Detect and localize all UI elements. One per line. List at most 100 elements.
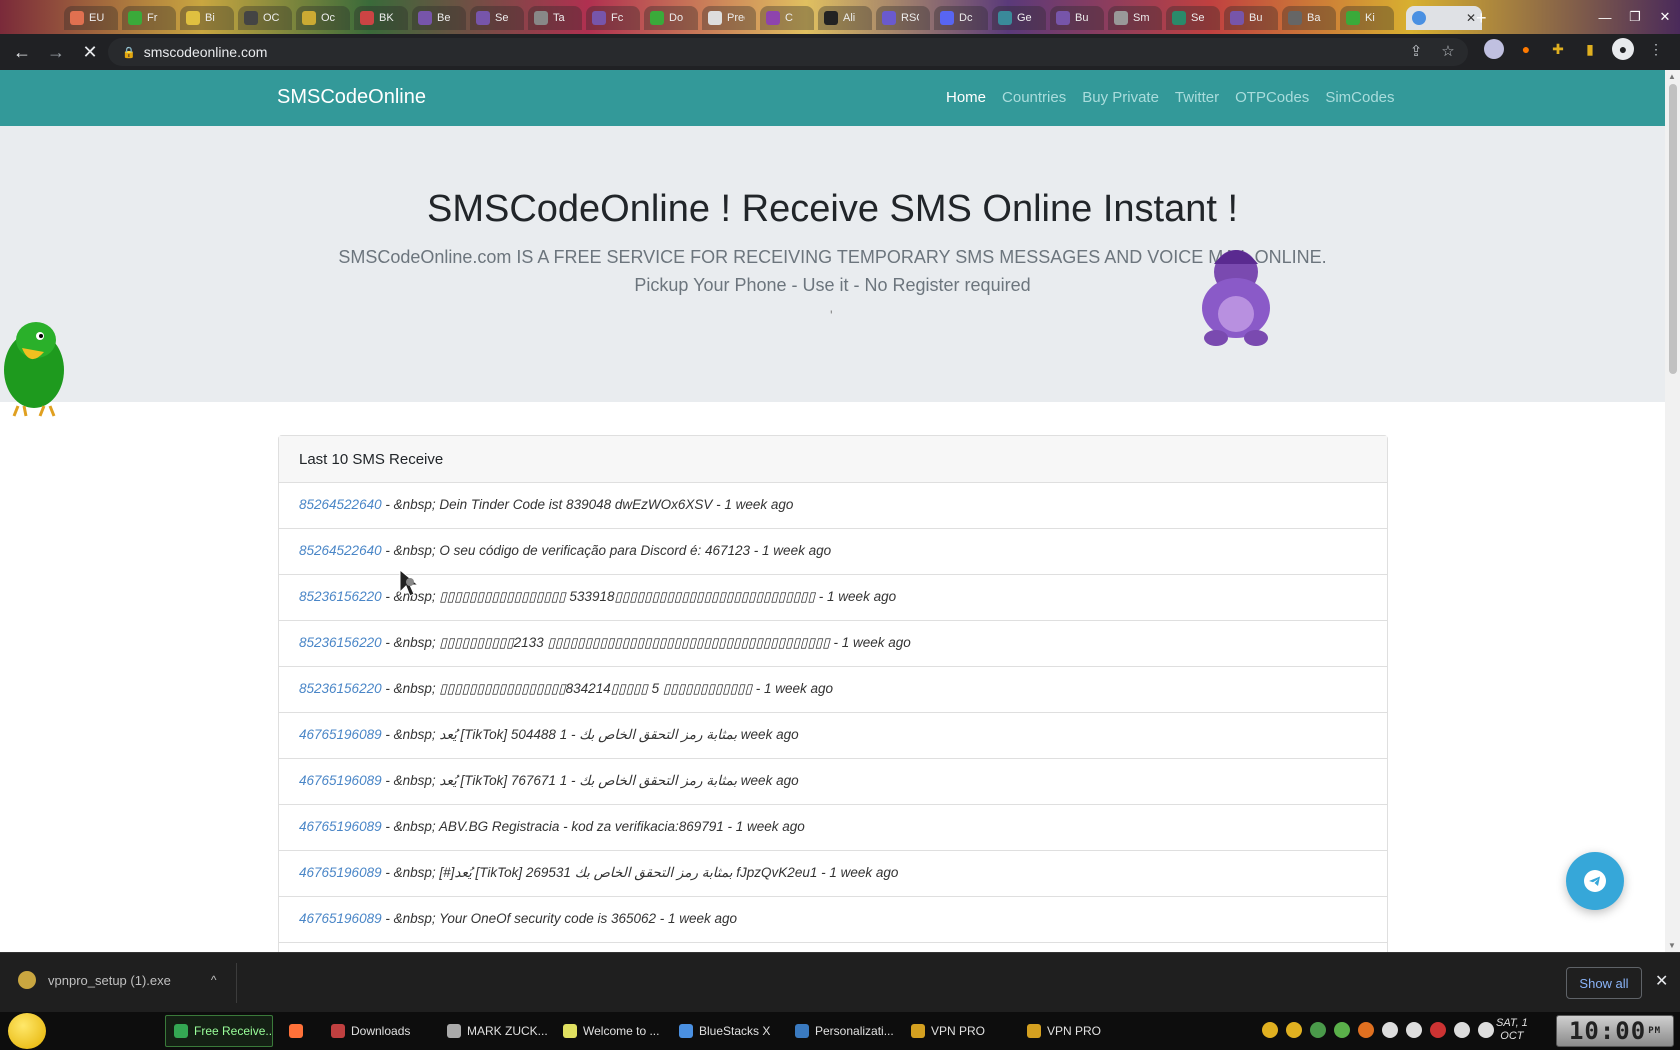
start-button-smiley-icon[interactable] bbox=[8, 1013, 46, 1049]
tab-20[interactable]: Bu bbox=[1224, 6, 1278, 30]
tray-icon[interactable] bbox=[1262, 1022, 1278, 1038]
tab-17[interactable]: Bu bbox=[1050, 6, 1104, 30]
tab-7[interactable]: Se bbox=[470, 6, 524, 30]
taskbar-item[interactable]: Downloads bbox=[323, 1015, 431, 1047]
extensions-puzzle-icon[interactable]: ✚ bbox=[1548, 39, 1568, 59]
taskbar-item[interactable]: Welcome to ... bbox=[555, 1015, 663, 1047]
sms-phone-number-link[interactable]: 46765196089 bbox=[299, 819, 382, 834]
show-all-button[interactable]: Show all bbox=[1566, 967, 1642, 999]
taskbar-item-label: VPN PRO bbox=[931, 1024, 986, 1038]
new-tab-button[interactable]: + bbox=[1476, 8, 1487, 29]
scroll-up-icon[interactable]: ▲ bbox=[1668, 72, 1676, 81]
tab-9[interactable]: Fc bbox=[586, 6, 640, 30]
tray-icon[interactable] bbox=[1310, 1022, 1326, 1038]
profile-avatar-icon[interactable]: ● bbox=[1612, 38, 1634, 60]
tab-16[interactable]: Ge bbox=[992, 6, 1046, 30]
tab-10[interactable]: Do bbox=[644, 6, 698, 30]
tab-title: Ge bbox=[1017, 12, 1032, 24]
tab-22[interactable]: Ki bbox=[1340, 6, 1394, 30]
tab-1[interactable]: Fr bbox=[122, 6, 176, 30]
share-icon[interactable]: ⇪ bbox=[1406, 42, 1426, 60]
last-sms-card: Last 10 SMS Receive 85264522640 - &nbsp;… bbox=[278, 435, 1388, 952]
menu-kebab-icon[interactable]: ⋮ bbox=[1646, 39, 1666, 59]
forward-button[interactable]: → bbox=[42, 38, 70, 66]
tray-icon[interactable] bbox=[1406, 1022, 1422, 1038]
tab-19[interactable]: Se bbox=[1166, 6, 1220, 30]
tab-12[interactable]: C bbox=[760, 6, 814, 30]
sms-phone-number-link[interactable]: 46765196089 bbox=[299, 911, 382, 926]
tab-11[interactable]: Prec bbox=[702, 6, 756, 30]
tab-21[interactable]: Ba bbox=[1282, 6, 1336, 30]
tab-title: OC bbox=[263, 12, 280, 24]
tab-15[interactable]: Dc bbox=[934, 6, 988, 30]
nav-link-buy-private[interactable]: Buy Private bbox=[1082, 89, 1159, 106]
taskbar-item[interactable]: VPN PRO bbox=[903, 1015, 1011, 1047]
scrollbar-thumb[interactable] bbox=[1669, 84, 1677, 374]
tab-4[interactable]: Oc bbox=[296, 6, 350, 30]
download-shelf-close-icon[interactable]: ✕ bbox=[1655, 971, 1668, 991]
tab-2[interactable]: Bi bbox=[180, 6, 234, 30]
tab-14[interactable]: RSO bbox=[876, 6, 930, 30]
back-button[interactable]: ← bbox=[8, 38, 36, 66]
tab-8[interactable]: Ta bbox=[528, 6, 582, 30]
tab-title: Se bbox=[495, 12, 509, 24]
reload-stop-button[interactable]: ✕ bbox=[76, 38, 104, 66]
tab-0[interactable]: EU bbox=[64, 6, 118, 30]
taskbar-item[interactable]: MARK ZUCK... bbox=[439, 1015, 547, 1047]
tray-icon[interactable] bbox=[1382, 1022, 1398, 1038]
extension-flag-icon[interactable] bbox=[1484, 39, 1504, 59]
taskbar-item[interactable]: Free Receive... bbox=[165, 1015, 273, 1047]
download-item[interactable]: vpnpro_setup (1).exe ^ bbox=[18, 971, 217, 989]
bookmark-star-icon[interactable]: ☆ bbox=[1438, 42, 1458, 60]
chevron-up-icon[interactable]: ^ bbox=[211, 973, 217, 987]
tab-close-icon[interactable]: ✕ bbox=[1466, 11, 1476, 25]
tab-favicon-icon bbox=[418, 11, 432, 25]
tab-title: EU bbox=[89, 12, 105, 24]
taskbar-item[interactable]: Personalizati... bbox=[787, 1015, 895, 1047]
minimize-button[interactable]: — bbox=[1590, 0, 1620, 34]
sms-phone-number-link[interactable]: 85264522640 bbox=[299, 543, 382, 558]
tab-5[interactable]: BK bbox=[354, 6, 408, 30]
sms-phone-number-link[interactable]: 85236156220 bbox=[299, 635, 382, 650]
tray-icon[interactable] bbox=[1478, 1022, 1494, 1038]
sms-phone-number-link[interactable]: 85264522640 bbox=[299, 497, 382, 512]
nav-link-otpcodes[interactable]: OTPCodes bbox=[1235, 89, 1309, 106]
site-brand[interactable]: SMSCodeOnline bbox=[277, 86, 426, 109]
taskbar-clock[interactable]: 10:00 PM bbox=[1556, 1015, 1674, 1047]
nav-link-twitter[interactable]: Twitter bbox=[1175, 89, 1219, 106]
taskbar-item[interactable] bbox=[281, 1015, 315, 1047]
taskbar-item[interactable]: BlueStacks X bbox=[671, 1015, 779, 1047]
nav-link-home[interactable]: Home bbox=[946, 89, 986, 106]
tab-title: C bbox=[785, 12, 793, 24]
tab-6[interactable]: Be bbox=[412, 6, 466, 30]
tab-title: Fc bbox=[611, 12, 624, 24]
tray-icon[interactable] bbox=[1430, 1022, 1446, 1038]
sms-phone-number-link[interactable]: 46765196089 bbox=[299, 773, 382, 788]
tab-13[interactable]: Ali bbox=[818, 6, 872, 30]
scroll-down-icon[interactable]: ▼ bbox=[1668, 941, 1676, 950]
extension-fire-icon[interactable]: ● bbox=[1516, 39, 1536, 59]
nav-link-countries[interactable]: Countries bbox=[1002, 89, 1066, 106]
clock-time: 10:00 bbox=[1568, 1017, 1647, 1045]
sms-phone-number-link[interactable]: 85236156220 bbox=[299, 681, 382, 696]
sms-phone-number-link[interactable]: 85236156220 bbox=[299, 589, 382, 604]
restore-button[interactable]: ❐ bbox=[1620, 0, 1650, 34]
telegram-button[interactable] bbox=[1566, 852, 1624, 910]
tray-icon[interactable] bbox=[1334, 1022, 1350, 1038]
tab-active[interactable]: ✕ bbox=[1406, 6, 1482, 30]
address-bar[interactable]: 🔒 smscodeonline.com ⇪ ☆ bbox=[108, 38, 1468, 66]
tab-3[interactable]: OC bbox=[238, 6, 292, 30]
tab-18[interactable]: Sm bbox=[1108, 6, 1162, 30]
purple-gorilla-buddy-icon bbox=[1202, 250, 1270, 346]
window-close-button[interactable]: ✕ bbox=[1650, 0, 1680, 34]
taskbar-item[interactable]: VPN PRO bbox=[1019, 1015, 1127, 1047]
tray-icon[interactable] bbox=[1358, 1022, 1374, 1038]
page-scrollbar[interactable]: ▲ ▼ bbox=[1665, 70, 1680, 952]
nav-link-simcodes[interactable]: SimCodes bbox=[1325, 89, 1394, 106]
tray-icon[interactable] bbox=[1454, 1022, 1470, 1038]
side-panel-icon[interactable]: ▮ bbox=[1580, 39, 1600, 59]
sms-phone-number-link[interactable]: 46765196089 bbox=[299, 727, 382, 742]
tray-icon[interactable] bbox=[1286, 1022, 1302, 1038]
sms-phone-number-link[interactable]: 46765196089 bbox=[299, 865, 382, 880]
tab-favicon-icon bbox=[534, 11, 548, 25]
